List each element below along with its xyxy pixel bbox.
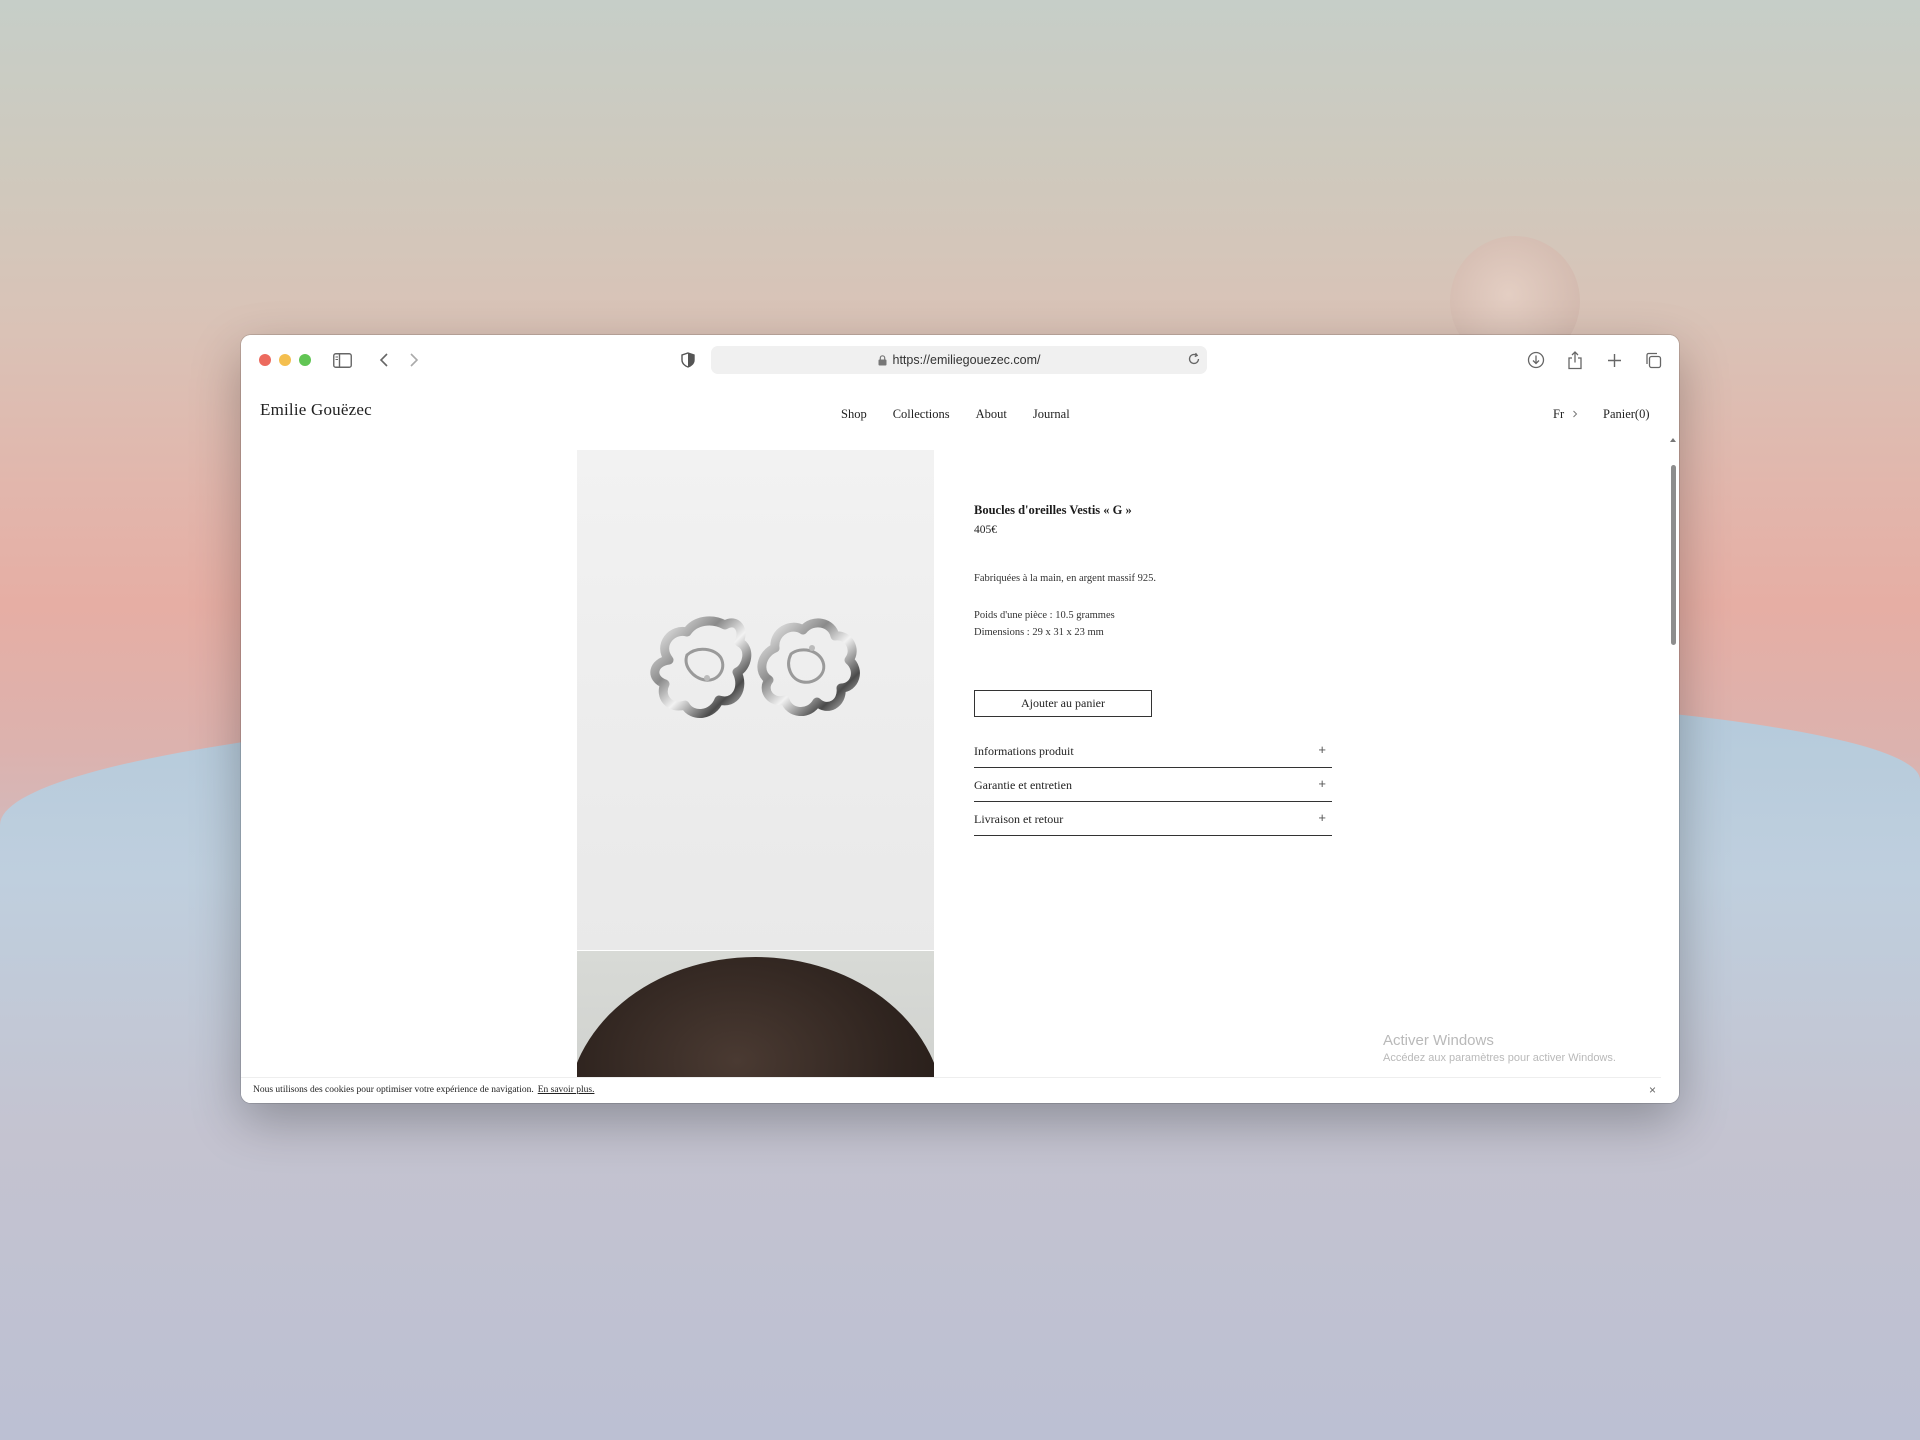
address-bar[interactable]: https://emiliegouezec.com/ — [711, 346, 1207, 374]
product-title: Boucles d'oreilles Vestis « G » — [974, 503, 1132, 517]
cookie-message: Nous utilisons des cookies pour optimise… — [253, 1085, 594, 1095]
back-icon[interactable] — [374, 350, 394, 370]
sidebar-icon[interactable] — [332, 350, 352, 370]
browser-toolbar: https://emiliegouezec.com/ — [241, 335, 1679, 385]
product-dimensions: Dimensions : 29 x 31 x 23 mm — [974, 627, 1104, 638]
cookie-text: Nous utilisons des cookies pour optimise… — [253, 1085, 534, 1095]
language-label: Fr — [1553, 407, 1565, 421]
windows-activation-watermark: Activer Windows Accédez aux paramètres p… — [1383, 1032, 1616, 1064]
nav-item-collections[interactable]: Collections — [893, 407, 950, 422]
watermark-subtitle: Accédez aux paramètres pour activer Wind… — [1383, 1052, 1616, 1064]
close-icon[interactable]: × — [1649, 1083, 1656, 1097]
minimize-window-button[interactable] — [279, 354, 291, 366]
accordion-product-info[interactable]: Informations produit + — [974, 734, 1332, 768]
plus-icon: + — [1318, 810, 1326, 825]
share-icon[interactable] — [1565, 350, 1585, 370]
cookie-learn-more-link[interactable]: En savoir plus. — [538, 1085, 595, 1095]
tabs-overview-icon[interactable] — [1643, 350, 1663, 370]
close-window-button[interactable] — [259, 354, 271, 366]
site-logo[interactable]: Emilie Gouëzec — [260, 400, 372, 420]
product-description: Fabriquées à la main, en argent massif 9… — [974, 573, 1157, 584]
zoom-window-button[interactable] — [299, 354, 311, 366]
accordion-label: Livraison et retour — [974, 812, 1064, 826]
cookie-banner: Nous utilisons des cookies pour optimise… — [241, 1077, 1661, 1103]
accordion-shipping-returns[interactable]: Livraison et retour + — [974, 802, 1332, 836]
scroll-up-arrow[interactable] — [1670, 438, 1676, 442]
accordion-label: Informations produit — [974, 744, 1074, 758]
window-controls — [259, 354, 311, 366]
plus-icon: + — [1318, 742, 1326, 757]
language-selector[interactable]: Fr — [1553, 407, 1578, 422]
earring-right — [757, 618, 860, 716]
web-page: Emilie Gouëzec Shop Collections About Jo… — [241, 385, 1679, 1103]
accordion-warranty-care[interactable]: Garantie et entretien + — [974, 768, 1332, 802]
watermark-title: Activer Windows — [1383, 1032, 1494, 1049]
accordion-label: Garantie et entretien — [974, 778, 1072, 792]
page-scrollbar[interactable] — [1667, 435, 1679, 1103]
lock-icon — [878, 354, 886, 365]
plus-icon: + — [1318, 776, 1326, 791]
nav-item-about[interactable]: About — [976, 407, 1007, 422]
shield-icon[interactable] — [678, 350, 698, 370]
nav-item-journal[interactable]: Journal — [1033, 407, 1070, 422]
browser-window: https://emiliegouezec.com/ Emilie Gouëze… — [241, 335, 1679, 1103]
product-image-earrings[interactable] — [577, 450, 934, 950]
url-text: https://emiliegouezec.com/ — [892, 353, 1041, 367]
reload-icon[interactable] — [1187, 352, 1201, 366]
earring-left — [650, 616, 752, 718]
product-price: 405€ — [974, 524, 997, 536]
new-tab-icon[interactable] — [1604, 350, 1624, 370]
cart-link[interactable]: Panier(0) — [1603, 407, 1650, 422]
nav-item-shop[interactable]: Shop — [841, 407, 867, 422]
scrollbar-thumb[interactable] — [1671, 465, 1676, 645]
product-weight: Poids d'une pièce : 10.5 grammes — [974, 610, 1115, 621]
add-to-cart-button[interactable]: Ajouter au panier — [974, 690, 1152, 717]
chevron-right-icon — [1573, 410, 1578, 418]
main-nav: Shop Collections About Journal — [841, 407, 1070, 422]
forward-icon[interactable] — [404, 350, 424, 370]
download-icon[interactable] — [1526, 350, 1546, 370]
